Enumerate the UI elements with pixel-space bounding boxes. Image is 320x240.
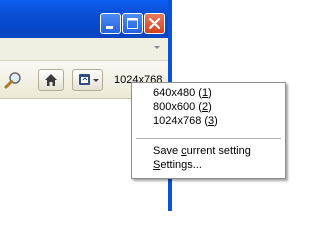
title-bar[interactable] — [0, 0, 168, 38]
window-resizer-icon — [79, 74, 99, 85]
menu-item-640x480[interactable]: 640x480 (1) — [153, 86, 212, 101]
menu-item-1024x768[interactable]: 1024x768 (3) — [153, 114, 218, 129]
chevron-down-icon[interactable] — [154, 46, 160, 49]
menu-item-save-current-setting[interactable]: Save current setting — [153, 144, 251, 159]
home-icon — [45, 74, 57, 86]
minimize-button[interactable] — [100, 13, 121, 34]
menu-bar — [0, 38, 168, 61]
minimize-icon — [106, 26, 113, 29]
menu-separator — [136, 138, 281, 139]
menu-item-settings[interactable]: Settings... — [153, 158, 202, 173]
close-icon — [148, 17, 161, 30]
resize-menu: 640x480 (1) 800x600 (2) 1024x768 (3) Sav… — [131, 82, 286, 179]
maximize-button[interactable] — [122, 13, 143, 34]
search-icon — [4, 72, 21, 89]
close-button[interactable] — [144, 13, 165, 34]
window-resizer-button[interactable] — [72, 69, 103, 91]
search-button[interactable] — [2, 69, 24, 91]
menu-item-800x600[interactable]: 800x600 (2) — [153, 100, 212, 115]
home-button[interactable] — [38, 69, 64, 91]
maximize-icon — [127, 18, 138, 29]
